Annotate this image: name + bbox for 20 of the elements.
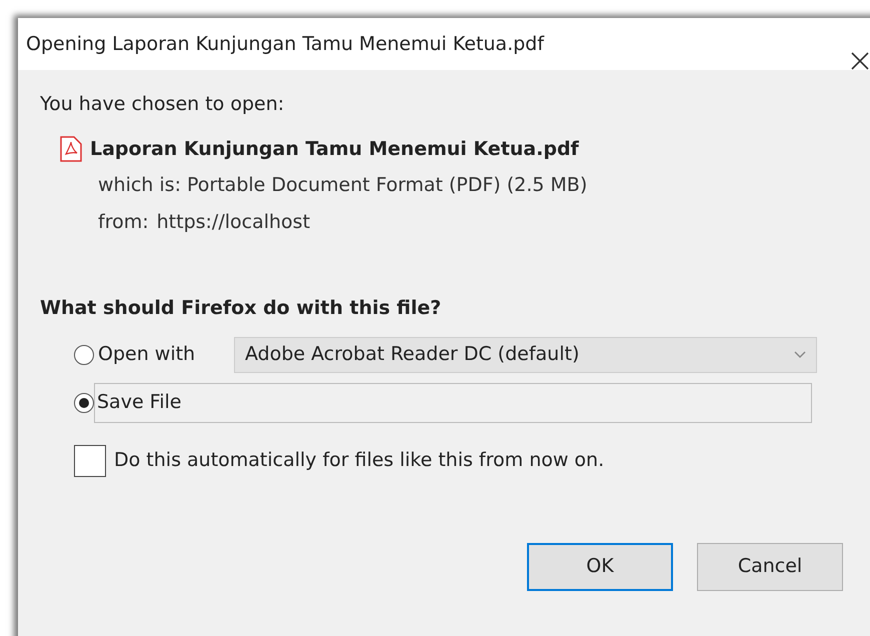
dialog-button[interactable]: OK (527, 542, 673, 590)
file-name: Laporan Kunjungan Tamu Menemui Ketua.pdf (90, 136, 579, 162)
dialog-button[interactable]: Cancel (697, 542, 843, 590)
radio-label[interactable]: Open with (98, 340, 234, 369)
intro-text: You have chosen to open: (40, 92, 286, 117)
file-type: which is: Portable Document Format (PDF) (2.5 MB) (98, 173, 588, 198)
save-file-option[interactable]: Save File (94, 382, 812, 422)
radio-button[interactable] (74, 344, 94, 364)
file-source: https://localhost (156, 210, 310, 234)
window-title: Opening Laporan Kunjungan Tamu Menemui Ketua.pdf (26, 32, 544, 57)
checkbox[interactable] (74, 444, 106, 476)
pdf-file-icon (60, 136, 82, 162)
question-text: What should Firefox do with this file? (40, 296, 442, 321)
dropdown-value: Adobe Acrobat Reader DC (default) (245, 342, 580, 368)
checkbox-label[interactable]: Do this automatically for files like this from now on. (114, 446, 604, 475)
app-dropdown[interactable]: Adobe Acrobat Reader DC (default) (234, 336, 817, 372)
close-icon[interactable] (850, 51, 870, 71)
radio-button[interactable] (74, 392, 94, 412)
caret-icon (794, 350, 806, 358)
from-label: from: (98, 210, 149, 234)
